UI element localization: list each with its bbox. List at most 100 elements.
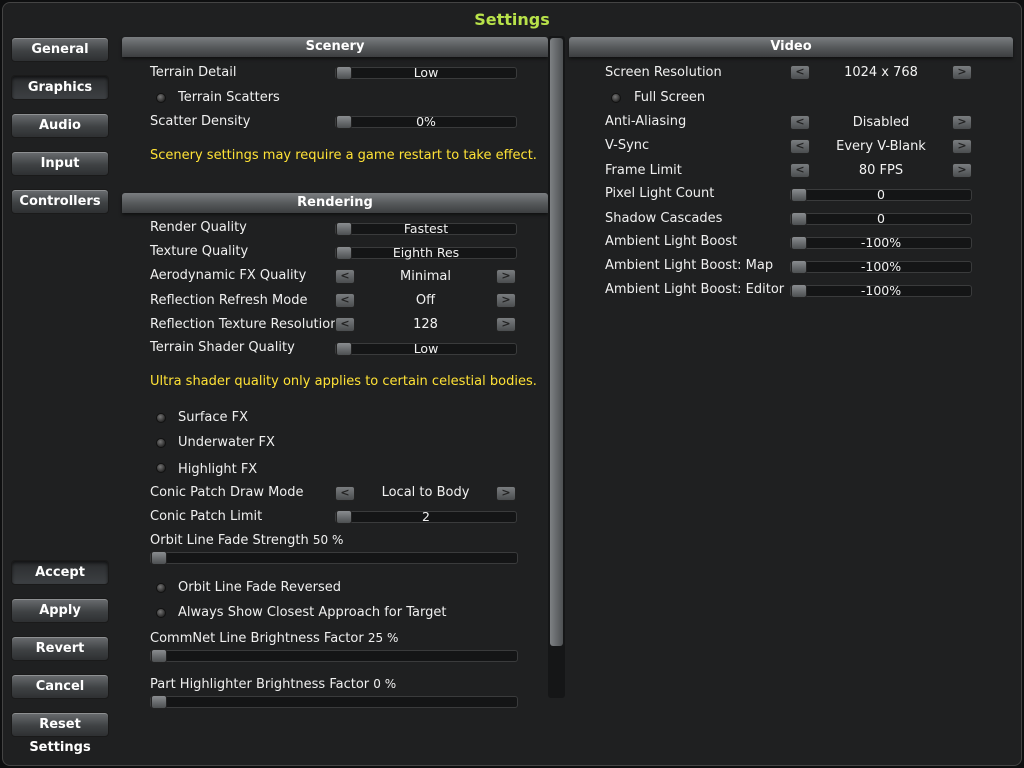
conic-mode-prev-button[interactable]: < — [335, 486, 355, 501]
nav-graphics-button[interactable]: Graphics — [11, 75, 109, 100]
render-quality-label: Render Quality — [150, 220, 247, 235]
anti-aliasing-value: Disabled — [852, 115, 910, 130]
part-highlighter-slider[interactable] — [150, 695, 518, 709]
frame-limit-next-button[interactable]: > — [952, 163, 972, 178]
aero-fx-value: Minimal — [400, 269, 451, 284]
resolution-next-button[interactable]: > — [952, 65, 972, 80]
fullscreen-toggle[interactable] — [611, 93, 621, 103]
ambient-boost-map-label: Ambient Light Boost: Map — [605, 258, 774, 273]
part-highlighter-label: Part Highlighter Brightness Factor 0 % — [150, 677, 396, 692]
terrain-shader-slider[interactable]: Low — [335, 341, 517, 356]
part-highlighter-label-text: Part Highlighter Brightness Factor — [150, 677, 370, 692]
scenery-scrollbar[interactable] — [548, 36, 565, 698]
aero-fx-next-button[interactable]: > — [496, 269, 516, 284]
orbit-fade-label: Orbit Line Fade Strength 50 % — [150, 533, 343, 548]
accept-button[interactable]: Accept — [11, 560, 109, 585]
closest-approach-toggle[interactable] — [156, 608, 166, 618]
refl-refresh-prev-button[interactable]: < — [335, 293, 355, 308]
refl-refresh-next-button[interactable]: > — [496, 293, 516, 308]
underwater-fx-label: Underwater FX — [178, 435, 275, 450]
scatter-density-value: 0% — [416, 114, 436, 129]
aero-fx-label: Aerodynamic FX Quality — [150, 268, 307, 283]
shadow-cascades-slider[interactable]: 0 — [790, 211, 972, 226]
part-highlighter-value: 0 % — [373, 677, 397, 691]
terrain-detail-label: Terrain Detail — [150, 65, 237, 80]
pixel-light-slider[interactable]: 0 — [790, 187, 972, 202]
frame-limit-value: 80 FPS — [858, 163, 904, 178]
terrain-detail-value: Low — [413, 65, 439, 80]
underwater-fx-toggle[interactable] — [156, 438, 166, 448]
shadow-cascades-value: 0 — [877, 211, 885, 226]
anti-aliasing-prev-button[interactable]: < — [790, 115, 810, 130]
conic-limit-value: 2 — [422, 509, 430, 524]
nav-audio-button[interactable]: Audio — [11, 113, 109, 138]
reset-settings-button[interactable]: Reset Settings — [11, 712, 109, 755]
orbit-fade-reversed-toggle[interactable] — [156, 583, 166, 593]
slider-thumb[interactable] — [151, 695, 167, 709]
commnet-label: CommNet Line Brightness Factor 25 % — [150, 631, 398, 646]
refl-tex-res-prev-button[interactable]: < — [335, 317, 355, 332]
resolution-label: Screen Resolution — [605, 65, 722, 80]
commnet-value: 25 % — [367, 631, 399, 645]
texture-quality-slider[interactable]: Eighth Res — [335, 245, 517, 260]
slider-thumb[interactable] — [151, 649, 167, 663]
conic-mode-label: Conic Patch Draw Mode — [150, 485, 304, 500]
scenery-header: Scenery — [122, 37, 548, 57]
rendering-header: Rendering — [122, 193, 548, 213]
scenery-note: Scenery settings may require a game rest… — [150, 148, 537, 163]
ambient-boost-editor-value: -100% — [860, 283, 902, 298]
anti-aliasing-label: Anti-Aliasing — [605, 114, 687, 129]
slider-thumb[interactable] — [151, 551, 167, 565]
vsync-label: V-Sync — [605, 138, 650, 153]
scatter-density-label: Scatter Density — [150, 114, 251, 129]
render-quality-slider[interactable]: Fastest — [335, 221, 517, 236]
surface-fx-label: Surface FX — [178, 410, 249, 425]
scrollbar-thumb[interactable] — [550, 38, 563, 646]
window-title: Settings — [474, 10, 550, 29]
ambient-boost-map-slider[interactable]: -100% — [790, 259, 972, 274]
orbit-fade-value: 50 % — [312, 533, 344, 547]
refl-tex-res-next-button[interactable]: > — [496, 317, 516, 332]
rendering-note: Ultra shader quality only applies to cer… — [150, 374, 537, 389]
highlight-fx-label: Highlight FX — [178, 462, 258, 477]
terrain-scatters-label: Terrain Scatters — [178, 90, 280, 105]
refl-tex-res-value: 128 — [413, 317, 438, 332]
ambient-boost-slider[interactable]: -100% — [790, 235, 972, 250]
vsync-prev-button[interactable]: < — [790, 139, 810, 154]
vsync-value: Every V-Blank — [836, 139, 926, 154]
shadow-cascades-label: Shadow Cascades — [605, 211, 723, 226]
apply-button[interactable]: Apply — [11, 598, 109, 623]
nav-controllers-button[interactable]: Controllers — [11, 189, 109, 214]
closest-approach-label: Always Show Closest Approach for Target — [178, 605, 447, 620]
resolution-prev-button[interactable]: < — [790, 65, 810, 80]
conic-mode-value: Local to Body — [381, 485, 470, 500]
refl-tex-res-label: Reflection Texture Resolution — [150, 317, 339, 332]
texture-quality-label: Texture Quality — [150, 244, 249, 259]
terrain-shader-value: Low — [413, 341, 439, 356]
frame-limit-prev-button[interactable]: < — [790, 163, 810, 178]
ambient-boost-label: Ambient Light Boost — [605, 234, 738, 249]
surface-fx-toggle[interactable] — [156, 413, 166, 423]
anti-aliasing-next-button[interactable]: > — [952, 115, 972, 130]
vsync-next-button[interactable]: > — [952, 139, 972, 154]
ambient-boost-editor-slider[interactable]: -100% — [790, 283, 972, 298]
conic-limit-slider[interactable]: 2 — [335, 509, 517, 524]
conic-mode-next-button[interactable]: > — [496, 486, 516, 501]
pixel-light-label: Pixel Light Count — [605, 186, 715, 201]
frame-limit-label: Frame Limit — [605, 163, 682, 178]
nav-input-button[interactable]: Input — [11, 151, 109, 176]
ambient-boost-map-value: -100% — [860, 259, 902, 274]
scatter-density-slider[interactable]: 0% — [335, 114, 517, 129]
commnet-slider[interactable] — [150, 649, 518, 663]
revert-button[interactable]: Revert — [11, 636, 109, 661]
ambient-boost-value: -100% — [860, 235, 902, 250]
refl-refresh-label: Reflection Refresh Mode — [150, 293, 308, 308]
nav-general-button[interactable]: General — [11, 37, 109, 62]
terrain-detail-slider[interactable]: Low — [335, 65, 517, 80]
aero-fx-prev-button[interactable]: < — [335, 269, 355, 284]
highlight-fx-toggle[interactable] — [156, 463, 166, 473]
orbit-fade-slider[interactable] — [150, 551, 518, 565]
refl-refresh-value: Off — [415, 293, 436, 308]
cancel-button[interactable]: Cancel — [11, 674, 109, 699]
terrain-scatters-toggle[interactable] — [156, 93, 166, 103]
